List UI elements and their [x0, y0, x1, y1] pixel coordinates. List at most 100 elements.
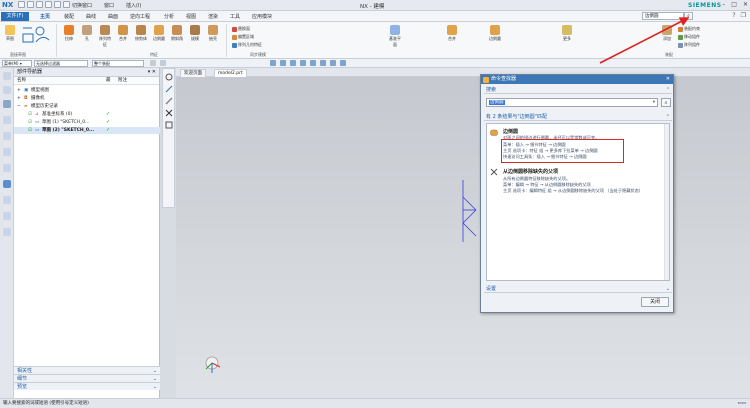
- offset-region-button[interactable]: 偏置区域: [232, 34, 254, 40]
- close-icon[interactable]: ✕: [743, 1, 748, 8]
- tab-render[interactable]: 渲染: [208, 13, 218, 20]
- line-tool-icon[interactable]: [165, 85, 173, 93]
- point-icon[interactable]: [280, 60, 286, 66]
- preview-panel[interactable]: 预览 ⌄: [14, 382, 160, 390]
- column-name[interactable]: 名称: [17, 77, 26, 85]
- edge-blend-button[interactable]: 边倒圆: [152, 25, 166, 42]
- manufacturing-wizard-icon[interactable]: [3, 212, 11, 220]
- dialog-search-input[interactable]: 边倒圆 ▾: [486, 98, 658, 107]
- switch-window-button[interactable]: 切换窗口: [72, 2, 92, 9]
- checkbox-icon[interactable]: ☑: [28, 127, 32, 134]
- tree-item-datum-csys[interactable]: ☑ ⊿ 基准坐标系 (0) ✓: [14, 111, 160, 118]
- navigator-menu-icon[interactable]: ▾ ✕: [148, 68, 156, 77]
- dropdown-arrow-icon[interactable]: ▾: [653, 99, 655, 107]
- sketch-curve-button[interactable]: [22, 26, 50, 44]
- maximize-icon[interactable]: □: [731, 1, 737, 8]
- results-section-header[interactable]: 有 2 条结果与"边倒圆"匹配 ⌃: [484, 113, 672, 121]
- process-studio-icon[interactable]: [3, 196, 11, 204]
- tree-item-model-views[interactable]: + ▣ 模型视图: [14, 87, 160, 94]
- checkbox-icon[interactable]: ☑: [28, 111, 32, 118]
- line-icon[interactable]: [270, 60, 276, 66]
- tab-reverse-engineering[interactable]: 逆向工程: [130, 13, 150, 20]
- menu-dropdown[interactable]: 菜单(M) ▾: [2, 60, 32, 67]
- tab-view[interactable]: 视图: [186, 13, 196, 20]
- pattern-component-button[interactable]: 阵列组件: [678, 42, 700, 48]
- box-icon[interactable]: [165, 121, 173, 129]
- arc-center-icon[interactable]: [330, 60, 336, 66]
- constraint-navigator-icon[interactable]: [3, 86, 11, 94]
- assembly-navigator-icon[interactable]: [3, 72, 11, 80]
- edge-blend-button-2[interactable]: 边倒圆: [488, 25, 502, 42]
- window-menu[interactable]: 窗口: [104, 2, 114, 9]
- tree-item-sketch-2[interactable]: ☑ ▭ 草图 (2) "SKETCH_0... ✓: [14, 127, 160, 134]
- copy-icon[interactable]: [54, 1, 61, 8]
- assembly-constraint-button[interactable]: 装配约束: [678, 26, 700, 32]
- command-search-input[interactable]: 边倒圆: [642, 12, 684, 20]
- tab-curve[interactable]: 曲线: [86, 13, 96, 20]
- intersection-icon[interactable]: [320, 60, 326, 66]
- expand-icon[interactable]: +: [17, 95, 21, 102]
- move-component-button[interactable]: 移动组件: [678, 34, 700, 40]
- replace-face-button[interactable]: 替换面: [232, 26, 250, 32]
- tab-assembly[interactable]: 装配: [64, 13, 74, 20]
- selection-filter-dropdown[interactable]: 无选择过滤器: [34, 60, 88, 67]
- result-1-title[interactable]: 边倒圆: [503, 128, 518, 135]
- pattern-feature-button[interactable]: 阵列特征: [98, 25, 112, 48]
- undo-icon[interactable]: [27, 1, 34, 8]
- web-browser-icon[interactable]: [3, 148, 11, 156]
- chamfer-button[interactable]: 倒斜角: [170, 25, 184, 42]
- file-menu-tab[interactable]: 文件(F): [1, 12, 29, 21]
- tab-applications[interactable]: 应用模块: [252, 13, 272, 20]
- dialog-close-icon[interactable]: ✕: [666, 75, 670, 84]
- reuse-library-icon[interactable]: [3, 116, 11, 124]
- column-note[interactable]: 附注: [118, 77, 127, 85]
- minimize-icon[interactable]: –: [722, 1, 725, 8]
- collapse-icon[interactable]: −: [17, 103, 21, 110]
- history-icon[interactable]: [3, 164, 11, 172]
- draft-button[interactable]: 拔模: [188, 25, 202, 42]
- dependencies-panel[interactable]: 相关性 ⌄: [14, 366, 160, 374]
- hd3d-tools-icon[interactable]: [3, 132, 11, 140]
- sketch-button[interactable]: 草图: [3, 25, 17, 42]
- tab-analysis[interactable]: 分析: [164, 13, 174, 20]
- details-panel[interactable]: 细节 ⌄: [14, 374, 160, 382]
- midpoint-icon[interactable]: [290, 60, 296, 66]
- center-icon[interactable]: [300, 60, 306, 66]
- quadrant-icon[interactable]: [310, 60, 316, 66]
- tree-item-cameras[interactable]: + ◘ 摄像机: [14, 95, 160, 102]
- save-icon[interactable]: [18, 1, 25, 8]
- dialog-title-bar[interactable]: 命令查找器 ✕: [481, 75, 673, 84]
- tab-model2[interactable]: model2.prt: [214, 69, 247, 77]
- add-component-button[interactable]: 添加: [660, 25, 674, 42]
- help-icon[interactable]: ?: [732, 12, 735, 19]
- tab-home[interactable]: 主页: [40, 13, 50, 20]
- part-navigator-icon[interactable]: [3, 100, 11, 108]
- search-icon[interactable]: ⌕: [684, 12, 693, 20]
- tree-item-model-history[interactable]: − ▰ 模型历史记录: [14, 103, 160, 110]
- expand-icon[interactable]: +: [17, 87, 21, 94]
- snap-view-icon[interactable]: [165, 73, 173, 81]
- shell-button[interactable]: 抽壳: [206, 25, 220, 42]
- checkbox-icon[interactable]: ☑: [28, 119, 32, 126]
- datum-plane-button[interactable]: 基准平面: [388, 25, 402, 48]
- trim-body-button[interactable]: 修剪体: [134, 25, 148, 42]
- results-scrollbar[interactable]: [664, 124, 669, 280]
- insert-menu[interactable]: 插入(I): [126, 2, 141, 9]
- system-materials-icon[interactable]: [3, 180, 11, 188]
- redo-icon[interactable]: [36, 1, 43, 8]
- more-button[interactable]: 更多: [560, 25, 574, 42]
- pencil-icon[interactable]: [165, 97, 173, 105]
- tangent-icon[interactable]: [340, 60, 346, 66]
- tab-welcome-page[interactable]: 欢迎页面: [180, 69, 206, 77]
- roles-icon[interactable]: [3, 228, 11, 236]
- select-icon[interactable]: [150, 60, 156, 66]
- tree-item-sketch-1[interactable]: ☑ ▭ 草图 (1) "SKETCH_0... ✓: [14, 119, 160, 126]
- restore-icon[interactable]: ❐: [741, 12, 746, 19]
- selection-scope-dropdown[interactable]: 整个装配: [92, 60, 144, 67]
- unite-button[interactable]: 合并: [116, 25, 130, 42]
- close-button[interactable]: 关闭: [641, 297, 669, 307]
- column-latest[interactable]: 最: [106, 77, 111, 85]
- dialog-search-icon[interactable]: ⌕: [661, 98, 671, 107]
- hole-button[interactable]: 孔: [80, 25, 94, 42]
- search-section-header[interactable]: 搜索 ⌃: [484, 86, 672, 94]
